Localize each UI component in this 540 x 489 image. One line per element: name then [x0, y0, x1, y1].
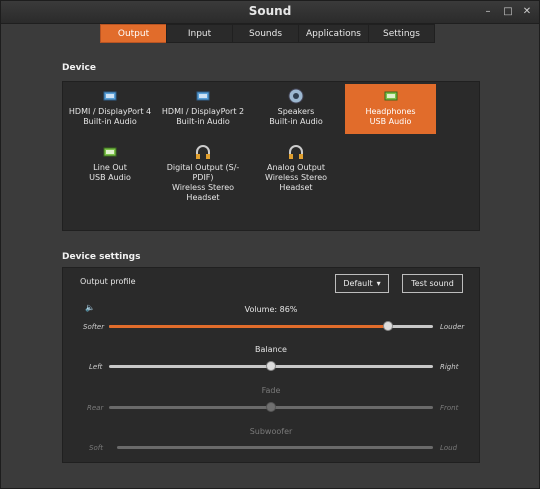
- balance-label: Balance: [255, 345, 287, 354]
- volume-max-label: Louder: [440, 323, 465, 331]
- fade-knob: [266, 402, 276, 412]
- card-icon: [65, 88, 155, 104]
- subwoofer-slider: [117, 446, 433, 449]
- volume-slider[interactable]: [109, 321, 433, 331]
- device-hdmi-4[interactable]: HDMI / DisplayPort 4 Built-in Audio: [65, 84, 155, 134]
- device-speakers[interactable]: Speakers Built-in Audio: [251, 84, 341, 134]
- device-name-cont: PDIF): [192, 173, 214, 182]
- device-sub: Wireless Stereo: [171, 183, 235, 192]
- device-sub-cont: Headset: [279, 183, 313, 192]
- headphones-icon: [158, 144, 248, 160]
- device-sub: Built-in Audio: [176, 117, 230, 126]
- balance-min-label: Left: [89, 363, 103, 371]
- volume-min-label: Softer: [83, 323, 105, 331]
- maximize-icon[interactable]: □: [501, 5, 515, 19]
- fade-min-label: Rear: [87, 404, 104, 412]
- fade-slider: [109, 402, 433, 412]
- device-sub-cont: Headset: [186, 193, 220, 202]
- tab-settings[interactable]: Settings: [368, 24, 435, 43]
- settings-section-title: Device settings: [62, 252, 141, 262]
- device-name: Digital Output (S/-: [166, 163, 240, 172]
- title-bar: Sound – □ ✕: [1, 1, 539, 24]
- device-name: Headphones: [365, 107, 416, 116]
- tab-output[interactable]: Output: [100, 24, 167, 43]
- subwoofer-label: Subwoofer: [249, 427, 293, 436]
- sound-window: Sound – □ ✕ Output Input Sounds Applicat…: [0, 0, 540, 489]
- device-name: Line Out: [93, 163, 127, 172]
- card-icon: [65, 144, 155, 160]
- device-section-title: Device: [62, 63, 96, 73]
- tab-input[interactable]: Input: [166, 24, 233, 43]
- device-headphones[interactable]: Headphones USB Audio: [345, 84, 436, 134]
- device-digital-output[interactable]: Digital Output (S/- PDIF) Wireless Stere…: [158, 140, 248, 210]
- tab-applications[interactable]: Applications: [298, 24, 369, 43]
- tab-sounds[interactable]: Sounds: [232, 24, 299, 43]
- test-sound-button[interactable]: Test sound: [402, 274, 463, 293]
- device-sub: USB Audio: [89, 173, 131, 182]
- tab-bar: Output Input Sounds Applications Setting…: [100, 24, 435, 43]
- minimize-icon[interactable]: –: [481, 5, 495, 19]
- device-name: HDMI / DisplayPort 2: [161, 107, 245, 116]
- device-line-out[interactable]: Line Out USB Audio: [65, 140, 155, 190]
- speaker-icon: [251, 88, 341, 104]
- fade-max-label: Front: [440, 404, 459, 412]
- card-icon: [158, 88, 248, 104]
- device-analog-output[interactable]: Analog Output Wireless Stereo Headset: [251, 140, 341, 200]
- headphones-icon: [251, 144, 341, 160]
- subwoofer-max-label: Loud: [440, 444, 458, 452]
- device-sub: Built-in Audio: [83, 117, 137, 126]
- volume-knob[interactable]: [382, 321, 393, 331]
- device-name: Speakers: [277, 107, 315, 116]
- window-title: Sound: [248, 4, 292, 18]
- device-hdmi-2[interactable]: HDMI / DisplayPort 2 Built-in Audio: [158, 84, 248, 134]
- card-icon: [345, 88, 436, 104]
- output-profile-value: Default: [343, 279, 373, 288]
- volume-label: Volume: 86%: [244, 305, 298, 314]
- device-panel: HDMI / DisplayPort 4 Built-in Audio HDMI …: [62, 81, 480, 231]
- device-name: HDMI / DisplayPort 4: [68, 107, 152, 116]
- balance-knob[interactable]: [266, 361, 276, 371]
- device-sub: Wireless Stereo: [264, 173, 328, 182]
- output-profile-label: Output profile: [80, 277, 136, 286]
- chevron-down-icon: ▾: [376, 279, 381, 288]
- fade-label: Fade: [261, 386, 281, 395]
- balance-max-label: Right: [440, 363, 459, 371]
- device-sub: Built-in Audio: [269, 117, 323, 126]
- device-settings-panel: Output profile Default ▾ Test sound 🔈 Vo…: [62, 267, 480, 463]
- device-name: Analog Output: [267, 163, 325, 172]
- volume-fill: [109, 325, 388, 328]
- subwoofer-min-label: Soft: [89, 444, 103, 452]
- close-icon[interactable]: ✕: [520, 5, 534, 19]
- device-sub: USB Audio: [369, 117, 412, 126]
- balance-slider[interactable]: [109, 361, 433, 371]
- output-profile-dropdown[interactable]: Default ▾: [335, 274, 389, 293]
